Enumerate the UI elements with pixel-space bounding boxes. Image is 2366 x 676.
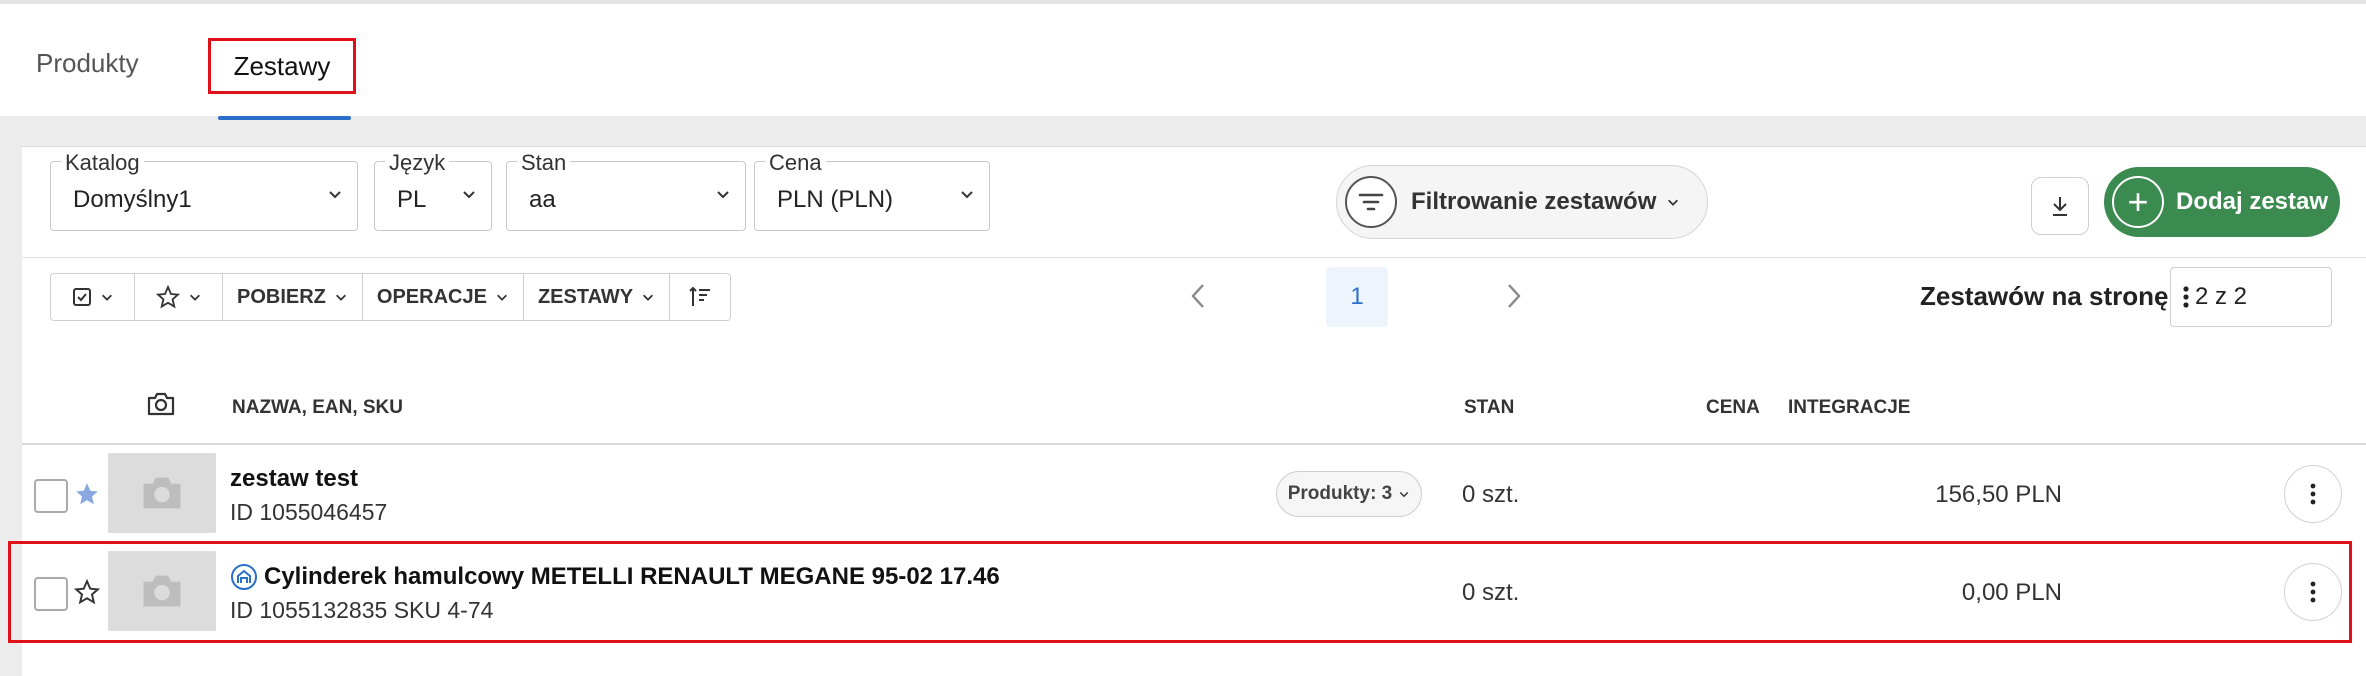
row-menu-button[interactable]: [2284, 465, 2342, 523]
camera-icon: [147, 392, 175, 416]
row-menu-button[interactable]: [2284, 563, 2342, 621]
warehouse-icon: [231, 564, 257, 590]
per-page-select[interactable]: 2 z 2: [2170, 267, 2332, 327]
sort-icon: [689, 286, 711, 306]
product-thumbnail[interactable]: [108, 453, 216, 533]
product-price: 0,00 PLN: [1961, 579, 2062, 606]
stan-select[interactable]: Stan aa: [506, 150, 746, 231]
download-button[interactable]: [2031, 177, 2089, 235]
bulk-toolbar: POBIERZ OPERACJE ZESTAWY: [50, 273, 732, 321]
stan-label: Stan: [517, 150, 571, 176]
chevron-down-icon: [643, 294, 654, 301]
zestawy-menu[interactable]: ZESTAWY: [524, 274, 671, 320]
chevron-down-icon: [717, 191, 729, 199]
chevron-down-icon: [189, 294, 200, 301]
favorite-filter-button[interactable]: [135, 274, 223, 320]
column-header-integracje: INTEGRACJE: [1788, 397, 1911, 418]
chevron-down-icon: [335, 294, 346, 301]
chevron-down-icon: [463, 191, 475, 199]
jezyk-label: Język: [385, 150, 450, 176]
product-name-text: Cylinderek hamulcowy METELLI RENAULT MEG…: [264, 563, 1000, 590]
product-stock: 0 szt.: [1462, 481, 1520, 508]
next-page-icon[interactable]: [1502, 281, 1524, 311]
column-header-stan[interactable]: STAN: [1464, 397, 1514, 419]
chevron-down-icon: [101, 294, 112, 301]
camera-icon: [143, 477, 181, 509]
katalog-select[interactable]: Katalog Domyślny1: [50, 150, 358, 231]
sort-button[interactable]: [670, 274, 730, 320]
tab-bar: Produkty Zestawy: [0, 0, 2366, 120]
filter-icon: [1345, 176, 1397, 228]
product-name[interactable]: Cylinderek hamulcowy METELLI RENAULT MEG…: [230, 563, 1000, 591]
chevron-down-icon: [961, 191, 973, 199]
products-count-badge[interactable]: Produkty: 3: [1276, 471, 1422, 517]
product-price: 156,50 PLN: [1935, 481, 2062, 508]
page-number[interactable]: 1: [1326, 267, 1388, 327]
zestawy-label: ZESTAWY: [537, 285, 634, 308]
tab-zestawy[interactable]: Zestawy: [208, 38, 356, 94]
product-name-text: zestaw test: [230, 465, 359, 492]
row-checkbox[interactable]: [34, 479, 68, 513]
pobierz-label: POBIERZ: [237, 285, 326, 308]
products-count-label: Produkty: 3: [1287, 483, 1393, 504]
row-checkbox[interactable]: [34, 577, 68, 611]
star-icon: [155, 285, 180, 309]
column-header-cena[interactable]: CENA: [1706, 397, 1760, 419]
sets-panel: Katalog Domyślny1 Język PL Stan aa Cena …: [8, 146, 2366, 676]
product-name[interactable]: zestaw test: [230, 465, 358, 493]
divider: [22, 443, 2366, 445]
chevron-down-icon: [1399, 491, 1409, 498]
table-row[interactable]: Cylinderek hamulcowy METELLI RENAULT MEG…: [22, 545, 2366, 641]
cena-label: Cena: [765, 150, 826, 176]
katalog-value: Domyślny1: [73, 186, 192, 213]
per-page-value: 2 z 2: [2195, 283, 2248, 310]
per-page-label: Zestawów na stronę: [1920, 281, 2169, 311]
filter-sets-button[interactable]: Filtrowanie zestawów: [1336, 165, 1708, 239]
pobierz-menu[interactable]: POBIERZ: [223, 274, 363, 320]
more-vertical-icon: [2183, 286, 2189, 308]
star-icon[interactable]: [74, 481, 100, 507]
product-id: ID 1055046457: [230, 499, 388, 525]
more-vertical-icon: [2310, 581, 2316, 603]
more-vertical-icon: [2310, 483, 2316, 505]
tab-produkty[interactable]: Produkty: [36, 48, 139, 79]
product-thumbnail[interactable]: [108, 551, 216, 631]
stan-value: aa: [529, 186, 556, 213]
operacje-label: OPERACJE: [376, 285, 487, 308]
divider: [22, 257, 2366, 258]
product-id: ID 1055132835 SKU 4-74: [230, 597, 494, 623]
add-set-label: Dodaj zestaw: [2176, 188, 2329, 215]
filter-sets-label: Filtrowanie zestawów: [1411, 188, 1657, 215]
operacje-menu[interactable]: OPERACJE: [363, 274, 524, 320]
chevron-down-icon: [1668, 199, 1679, 206]
cena-select[interactable]: Cena PLN (PLN): [754, 150, 990, 231]
previous-page-icon[interactable]: [1188, 281, 1210, 311]
add-set-button[interactable]: + Dodaj zestaw: [2104, 167, 2340, 237]
star-icon[interactable]: [74, 579, 100, 605]
column-header-name[interactable]: NAZWA, EAN, SKU: [232, 397, 403, 419]
active-tab-indicator: [218, 116, 351, 120]
jezyk-value: PL: [397, 186, 427, 213]
chevron-down-icon: [329, 191, 341, 199]
chevron-down-icon: [496, 294, 507, 301]
table-row[interactable]: zestaw test ID 1055046457 Produkty: 3 0 …: [22, 447, 2366, 543]
select-all-button[interactable]: [51, 274, 135, 320]
cena-value: PLN (PLN): [777, 186, 894, 213]
checkbox-icon: [72, 288, 91, 306]
download-icon: [2053, 197, 2067, 216]
katalog-label: Katalog: [61, 150, 144, 176]
jezyk-select[interactable]: Język PL: [374, 150, 492, 231]
camera-icon: [143, 575, 181, 607]
plus-icon: +: [2112, 176, 2164, 228]
product-stock: 0 szt.: [1462, 579, 1520, 606]
